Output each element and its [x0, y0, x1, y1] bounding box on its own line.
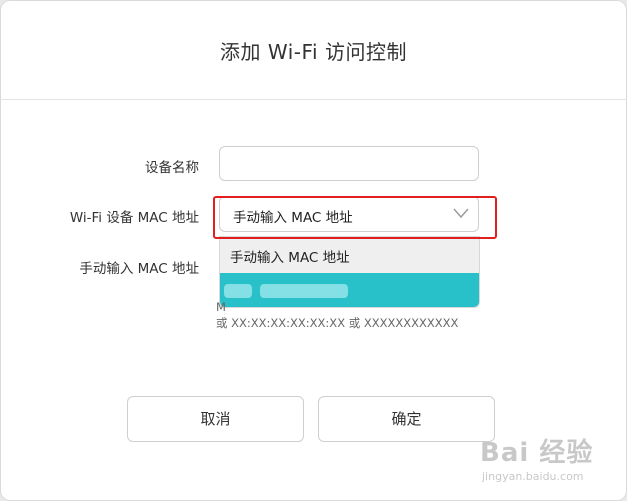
device-name-input[interactable]: [219, 146, 479, 181]
watermark-url: jingyan.baidu.com: [482, 470, 584, 483]
add-wifi-access-control-dialog: 添加 Wi-Fi 访问控制 设备名称 Wi-Fi 设备 MAC 地址 手动输入 …: [0, 0, 627, 501]
mac-format-hint-line2: 或 XX:XX:XX:XX:XX:XX 或 XXXXXXXXXXXX: [216, 316, 459, 330]
cancel-button[interactable]: 取消: [127, 396, 304, 442]
mac-format-hint-line1: M: [216, 300, 226, 314]
dropdown-option-label: 手动输入 MAC 地址: [230, 250, 350, 266]
dropdown-option-manual[interactable]: 手动输入 MAC 地址: [220, 237, 479, 273]
dropdown-option-device[interactable]: [220, 273, 479, 307]
annotation-highlight-box: [213, 196, 497, 239]
watermark-brand: Bai 经验: [480, 438, 594, 468]
dialog-title: 添加 Wi-Fi 访问控制: [220, 40, 407, 64]
baidu-jingyan-watermark: Bai 经验 jingyan.baidu.com: [480, 432, 620, 492]
blurred-device-text: [224, 284, 252, 298]
device-name-label: 设备名称: [145, 160, 199, 176]
manual-mac-label: 手动输入 MAC 地址: [79, 261, 199, 277]
ok-button[interactable]: 确定: [318, 396, 495, 442]
blurred-device-text: [260, 284, 348, 298]
mac-address-label: Wi-Fi 设备 MAC 地址: [69, 210, 199, 226]
mac-dropdown-list: 手动输入 MAC 地址: [219, 236, 480, 308]
title-divider: [0, 99, 627, 100]
